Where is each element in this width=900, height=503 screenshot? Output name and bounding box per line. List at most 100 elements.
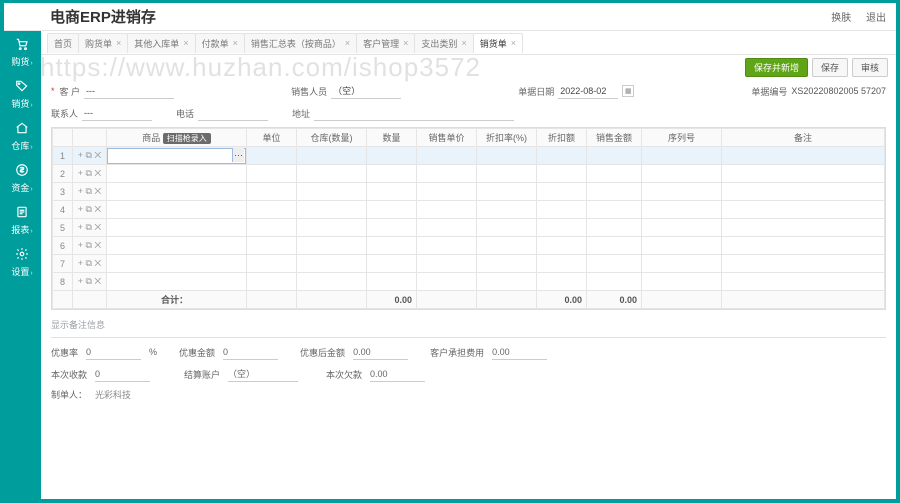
table-row[interactable]: 7+ ⧉ ✕: [53, 255, 885, 273]
grid-cell[interactable]: [417, 273, 477, 291]
grid-cell[interactable]: [247, 165, 297, 183]
close-icon[interactable]: ×: [345, 38, 350, 48]
grid-cell[interactable]: [367, 201, 417, 219]
grid-cell[interactable]: [367, 183, 417, 201]
table-row[interactable]: 6+ ⧉ ✕: [53, 237, 885, 255]
grid-cell[interactable]: [477, 201, 537, 219]
product-cell[interactable]: [107, 165, 247, 183]
sidebar-item-house[interactable]: 仓库›: [3, 115, 41, 157]
tab-7[interactable]: 销货单×: [473, 33, 523, 53]
save-and-new-button[interactable]: 保存并新增: [745, 58, 808, 77]
grid-cell[interactable]: [247, 147, 297, 165]
tab-5[interactable]: 客户管理×: [356, 33, 415, 53]
sidebar-item-doc[interactable]: 报表›: [3, 199, 41, 241]
grid-cell[interactable]: [642, 165, 722, 183]
grid-cell[interactable]: [417, 237, 477, 255]
row-ops[interactable]: + ⧉ ✕: [73, 147, 107, 165]
grid-cell[interactable]: [477, 147, 537, 165]
customer-select[interactable]: [84, 83, 174, 99]
grid-cell[interactable]: [642, 255, 722, 273]
audit-button[interactable]: 审核: [852, 58, 888, 77]
close-icon[interactable]: ×: [116, 38, 121, 48]
close-icon[interactable]: ×: [511, 38, 516, 48]
grid-cell[interactable]: [477, 183, 537, 201]
close-icon[interactable]: ×: [403, 38, 408, 48]
grid-cell[interactable]: [297, 165, 367, 183]
tab-0[interactable]: 首页: [47, 33, 79, 53]
grid-cell[interactable]: [537, 237, 587, 255]
grid-cell[interactable]: [722, 237, 885, 255]
table-row[interactable]: 2+ ⧉ ✕: [53, 165, 885, 183]
tab-4[interactable]: 销售汇总表（按商品）×: [244, 33, 357, 53]
calendar-icon[interactable]: ▦: [622, 85, 634, 97]
grid-cell[interactable]: [477, 219, 537, 237]
grid-cell[interactable]: [722, 255, 885, 273]
grid-cell[interactable]: [722, 165, 885, 183]
product-cell[interactable]: ⋯: [107, 147, 247, 165]
grid-cell[interactable]: [587, 255, 642, 273]
sidebar-item-dollar[interactable]: 资金›: [3, 157, 41, 199]
bill-date-input[interactable]: [558, 83, 618, 99]
row-ops[interactable]: + ⧉ ✕: [73, 183, 107, 201]
logout-link[interactable]: 退出: [866, 13, 886, 24]
grid-cell[interactable]: [367, 165, 417, 183]
grid-cell[interactable]: [367, 219, 417, 237]
grid-cell[interactable]: [587, 201, 642, 219]
grid-cell[interactable]: [537, 183, 587, 201]
grid-cell[interactable]: [537, 219, 587, 237]
grid-cell[interactable]: [367, 147, 417, 165]
discount-rate-input[interactable]: [86, 344, 141, 360]
product-input[interactable]: [107, 148, 246, 164]
grid-cell[interactable]: [587, 219, 642, 237]
dropdown-icon[interactable]: ⋯: [232, 148, 244, 162]
table-row[interactable]: 5+ ⧉ ✕: [53, 219, 885, 237]
grid-cell[interactable]: [477, 255, 537, 273]
grid-cell[interactable]: [722, 273, 885, 291]
tab-2[interactable]: 其他入库单×: [127, 33, 195, 53]
grid-cell[interactable]: [722, 147, 885, 165]
grid-cell[interactable]: [537, 255, 587, 273]
product-cell[interactable]: [107, 255, 247, 273]
sidebar-item-tag[interactable]: 销货›: [3, 73, 41, 115]
address-input[interactable]: [314, 105, 514, 121]
table-row[interactable]: 4+ ⧉ ✕: [53, 201, 885, 219]
grid-cell[interactable]: [537, 201, 587, 219]
row-ops[interactable]: + ⧉ ✕: [73, 273, 107, 291]
grid-cell[interactable]: [477, 273, 537, 291]
grid-cell[interactable]: [587, 183, 642, 201]
grid-cell[interactable]: [297, 147, 367, 165]
save-button[interactable]: 保存: [812, 58, 848, 77]
grid-cell[interactable]: [367, 237, 417, 255]
tab-1[interactable]: 购货单×: [78, 33, 128, 53]
grid-cell[interactable]: [247, 183, 297, 201]
grid-cell[interactable]: [477, 165, 537, 183]
grid-cell[interactable]: [587, 273, 642, 291]
grid-cell[interactable]: [297, 255, 367, 273]
settle-acct-select[interactable]: [228, 366, 298, 382]
grid-cell[interactable]: [367, 255, 417, 273]
grid-cell[interactable]: [722, 219, 885, 237]
grid-cell[interactable]: [642, 237, 722, 255]
sidebar-item-gear[interactable]: 设置›: [3, 241, 41, 283]
close-icon[interactable]: ×: [183, 38, 188, 48]
discount-amt-input[interactable]: [223, 344, 278, 360]
row-ops[interactable]: + ⧉ ✕: [73, 201, 107, 219]
grid-cell[interactable]: [247, 201, 297, 219]
grid-cell[interactable]: [642, 147, 722, 165]
product-cell[interactable]: [107, 273, 247, 291]
row-ops[interactable]: + ⧉ ✕: [73, 237, 107, 255]
grid-cell[interactable]: [642, 273, 722, 291]
product-cell[interactable]: [107, 201, 247, 219]
table-row[interactable]: 3+ ⧉ ✕: [53, 183, 885, 201]
grid-cell[interactable]: [417, 255, 477, 273]
grid-cell[interactable]: [537, 147, 587, 165]
grid-cell[interactable]: [297, 237, 367, 255]
product-cell[interactable]: [107, 237, 247, 255]
grid-cell[interactable]: [642, 219, 722, 237]
grid-cell[interactable]: [247, 237, 297, 255]
grid-cell[interactable]: [297, 183, 367, 201]
grid-cell[interactable]: [642, 183, 722, 201]
grid-cell[interactable]: [297, 219, 367, 237]
close-icon[interactable]: ×: [461, 38, 466, 48]
product-cell[interactable]: [107, 183, 247, 201]
